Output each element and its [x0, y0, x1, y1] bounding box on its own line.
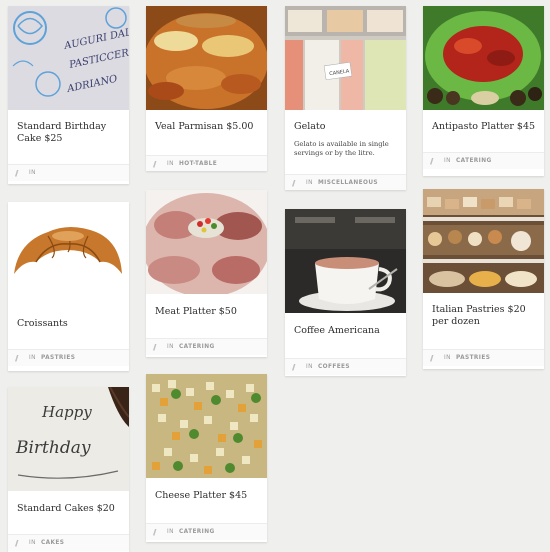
pencil-icon: // — [153, 528, 157, 537]
in-label: IN — [167, 344, 174, 350]
menu-card[interactable]: Veal Parmisan $5.00 // IN HOT-TABLE — [146, 6, 267, 171]
italian-pastries-photo[interactable] — [423, 189, 544, 293]
item-meta: // IN MISCELLANEOUS — [285, 174, 406, 190]
item-meta: // IN CAKES — [8, 534, 129, 551]
cheese-platter-photo[interactable] — [146, 374, 267, 478]
menu-card[interactable]: Antipasto Platter $45 // IN CATERING — [423, 6, 544, 176]
category-link[interactable]: PASTRIES — [456, 355, 490, 361]
birthday-cake-photo[interactable]: AUGURI DAL PASTICCERE ADRIANO — [8, 6, 129, 110]
pencil-icon: // — [153, 160, 157, 169]
category-link[interactable]: CATERING — [179, 344, 215, 350]
cake-inscription-happy: Happy — [41, 403, 92, 421]
menu-card[interactable]: Croissants // IN PASTRIES — [8, 202, 129, 371]
cake-inscription-birthday: Birthday — [15, 438, 91, 458]
item-title[interactable]: Cheese Platter $45 — [155, 490, 259, 502]
category-link[interactable]: CAKES — [41, 540, 64, 546]
pencil-icon: // — [430, 157, 434, 166]
standard-cake-photo[interactable]: Happy Birthday — [8, 387, 129, 491]
pencil-icon: // — [15, 354, 19, 363]
antipasto-platter-photo[interactable] — [423, 6, 544, 110]
in-label: IN — [29, 355, 36, 361]
category-link[interactable]: PASTRIES — [41, 355, 75, 361]
category-link[interactable]: COFFEES — [318, 364, 350, 370]
item-title[interactable]: Standard Birthday Cake $25 — [17, 121, 121, 145]
in-label: IN — [444, 355, 451, 361]
item-title[interactable]: Italian Pastries $20 per dozen — [432, 304, 536, 328]
menu-card[interactable]: Coffee Americana // IN COFFEES — [285, 209, 406, 376]
category-link[interactable]: CATERING — [179, 529, 215, 535]
menu-card[interactable]: AUGURI DAL PASTICCERE ADRIANO Standard B… — [8, 6, 129, 184]
gelato-photo[interactable]: CANELA — [285, 6, 406, 110]
category-link[interactable]: HOT-TABLE — [179, 161, 217, 167]
veal-parmisan-photo[interactable] — [146, 6, 267, 110]
item-title[interactable]: Meat Platter $50 — [155, 306, 259, 318]
menu-card[interactable]: Italian Pastries $20 per dozen // IN PAS… — [423, 189, 544, 369]
item-meta: // IN HOT-TABLE — [146, 155, 267, 171]
croissants-photo[interactable] — [8, 202, 129, 306]
pencil-icon: // — [15, 539, 19, 548]
in-label: IN — [167, 161, 174, 167]
item-title[interactable]: Croissants — [17, 318, 121, 330]
item-meta: // IN PASTRIES — [8, 349, 129, 366]
category-link[interactable]: MISCELLANEOUS — [318, 180, 378, 186]
pencil-icon: // — [153, 343, 157, 352]
in-label: IN — [306, 364, 313, 370]
pencil-icon: // — [430, 354, 434, 363]
item-meta: // IN COFFEES — [285, 358, 406, 375]
menu-card[interactable]: Cheese Platter $45 // IN CATERING — [146, 374, 267, 542]
item-title[interactable]: Coffee Americana — [294, 325, 398, 337]
item-meta: // IN CATERING — [146, 523, 267, 540]
coffee-americana-photo[interactable] — [285, 209, 406, 313]
item-description: Gelato is available in single servings o… — [294, 140, 389, 157]
in-label: IN — [444, 158, 451, 164]
in-label: IN — [29, 540, 36, 546]
item-meta: // IN PASTRIES — [423, 349, 544, 366]
item-title[interactable]: Gelato — [294, 121, 398, 133]
pencil-icon: // — [292, 363, 296, 372]
item-title[interactable]: Antipasto Platter $45 — [432, 121, 536, 133]
menu-card[interactable]: Meat Platter $50 // IN CATERING — [146, 190, 267, 357]
item-title[interactable]: Standard Cakes $20 — [17, 503, 121, 515]
item-title[interactable]: Veal Parmisan $5.00 — [155, 121, 259, 133]
category-link[interactable]: CATERING — [456, 158, 492, 164]
in-label: IN — [167, 529, 174, 535]
item-meta: // IN CATERING — [423, 152, 544, 169]
in-label: IN — [306, 180, 313, 186]
menu-card[interactable]: Happy Birthday Standard Cakes $20 // IN … — [8, 387, 129, 552]
pencil-icon: // — [15, 169, 19, 178]
meat-platter-photo[interactable] — [146, 190, 267, 294]
menu-card[interactable]: CANELA Gelato Gelato is available in sin… — [285, 6, 406, 190]
item-meta: // IN CATERING — [146, 338, 267, 355]
in-label: IN — [29, 170, 36, 176]
pencil-icon: // — [292, 179, 296, 188]
item-meta: // IN — [8, 164, 129, 181]
